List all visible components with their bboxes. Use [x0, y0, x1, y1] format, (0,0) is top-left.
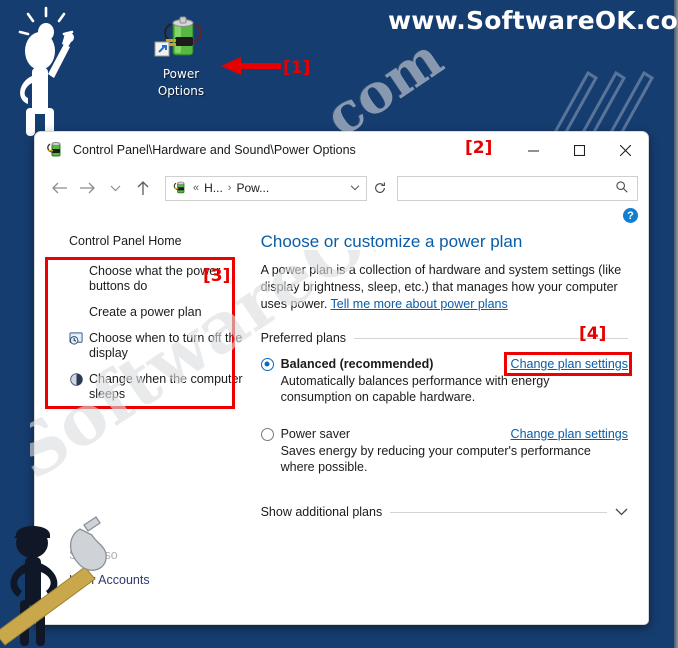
close-button[interactable]	[602, 132, 648, 168]
plan-radio-balanced[interactable]	[260, 357, 274, 371]
change-plan-settings-link-power-saver[interactable]: Change plan settings	[511, 427, 628, 441]
breadcrumb-prefix: «	[193, 182, 200, 194]
plan-name: Balanced (recommended)	[280, 357, 434, 371]
address-bar-icon	[173, 181, 185, 194]
annotation-arrow-1	[221, 57, 281, 75]
tell-me-more-link[interactable]: Tell me more about power plans	[331, 297, 508, 311]
plan-balanced: Balanced (recommended) Change plan setti…	[260, 352, 632, 405]
sidebar-item-label: Create a power plan	[89, 305, 202, 319]
window-title: Control Panel\Hardware and Sound\Power O…	[73, 143, 356, 157]
sidebar-item-computer-sleeps[interactable]: Change when the computer sleeps	[69, 372, 245, 402]
refresh-button[interactable]	[367, 176, 393, 201]
plan-radio-power-saver[interactable]	[260, 427, 274, 441]
annotation-tag-1: [1]	[283, 58, 311, 78]
maximize-button[interactable]	[556, 132, 602, 168]
show-additional-plans[interactable]: Show additional plans	[261, 505, 628, 519]
preferred-plans-header: Preferred plans	[261, 331, 628, 345]
divider	[390, 511, 607, 513]
change-plan-settings-link-balanced[interactable]: Change plan settings	[511, 357, 628, 371]
annotation-tag-4: [4]	[579, 324, 607, 344]
display-clock-icon	[69, 331, 84, 346]
show-additional-plans-label: Show additional plans	[260, 505, 383, 519]
preferred-plans-label: Preferred plans	[260, 331, 347, 345]
intro-paragraph: A power plan is a collection of hardware…	[261, 262, 628, 313]
sidebar-item-label: Choose when to turn off the display	[89, 331, 243, 360]
sidebar-item-create-power-plan[interactable]: Create a power plan	[69, 305, 245, 320]
breadcrumb-item-1[interactable]: H...	[204, 181, 223, 195]
help-row: ?	[35, 208, 648, 230]
sidebar-item-label: Change when the computer sleeps	[89, 372, 243, 401]
up-button[interactable]	[129, 174, 157, 202]
minimize-button[interactable]	[510, 132, 556, 168]
breadcrumb-separator: ›	[227, 182, 232, 194]
stick-figure-hammer	[0, 516, 107, 646]
window-controls	[510, 132, 648, 168]
navigation-bar: « H... › Pow...	[35, 168, 648, 208]
page-title: Choose or customize a power plan	[260, 232, 523, 251]
address-dropdown-icon[interactable]	[350, 183, 362, 194]
plan-description: Saves energy by reducing your computer's…	[280, 444, 591, 474]
stick-figure-idea	[18, 6, 74, 136]
plan-power-saver: Power saver Change plan settings Saves e…	[260, 427, 628, 475]
plan-name: Power saver	[280, 427, 351, 441]
annotation-tag-2: [2]	[465, 138, 493, 158]
search-icon[interactable]	[615, 180, 629, 197]
desktop-icon-label-line2: Options	[157, 84, 205, 98]
help-button[interactable]: ?	[623, 208, 638, 223]
power-options-battery-icon	[139, 14, 223, 64]
recent-locations-button[interactable]	[101, 174, 129, 202]
plan-description: Automatically balances performance with …	[280, 374, 550, 404]
desktop-icon-label-line1: Power	[162, 67, 200, 81]
search-input[interactable]	[397, 175, 638, 201]
site-branding: www.SoftwareOK.com :-)	[388, 6, 678, 35]
annotation-tag-3: [3]	[203, 266, 231, 286]
desktop-icon-power-options[interactable]: Power Options	[139, 14, 223, 98]
forward-button[interactable]	[73, 174, 101, 202]
main-content: Choose or customize a power plan A power…	[260, 230, 648, 624]
window-titlebar: Control Panel\Hardware and Sound\Power O…	[35, 132, 648, 168]
chevron-down-icon[interactable]	[615, 505, 628, 519]
sidebar-item-turn-off-display[interactable]: Choose when to turn off the display	[69, 331, 245, 361]
sidebar-item-control-panel-home[interactable]: Control Panel Home	[69, 234, 261, 248]
sleep-moon-icon	[69, 372, 84, 387]
back-button[interactable]	[45, 174, 73, 202]
breadcrumb-item-2[interactable]: Pow...	[236, 181, 269, 195]
power-options-titlebar-icon	[47, 142, 61, 157]
address-bar[interactable]: « H... › Pow...	[165, 175, 367, 201]
